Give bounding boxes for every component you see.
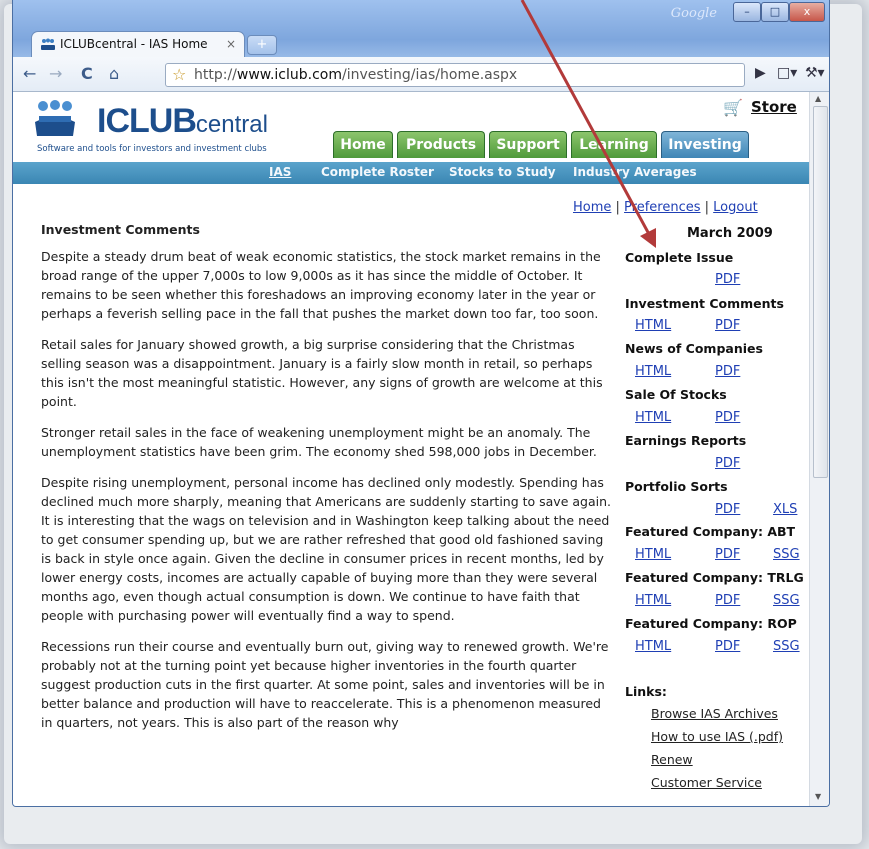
- browser-toolbar: ← → C ⌂ ☆ http://www.iclub.com/investing…: [13, 57, 829, 92]
- abt-ssg-link[interactable]: SSG: [773, 547, 800, 562]
- section-title: Complete Issue: [625, 250, 734, 265]
- url-text: http://www.iclub.com/investing/ias/home.…: [194, 67, 518, 83]
- article-paragraph: Retail sales for January showed growth, …: [41, 337, 603, 409]
- back-icon[interactable]: ←: [23, 64, 36, 83]
- tab-title: ICLUBcentral - IAS Home: [60, 37, 208, 51]
- abt-html-link[interactable]: HTML: [635, 547, 671, 562]
- browser-window: Google – □ x ICLUBcentral - IAS Home × +…: [12, 0, 830, 807]
- address-bar[interactable]: ☆ http://www.iclub.com/investing/ias/hom…: [165, 63, 745, 87]
- investment-comments-pdf-link[interactable]: PDF: [715, 318, 740, 333]
- account-links: Home | Preferences | Logout: [573, 200, 758, 215]
- minimize-button[interactable]: –: [733, 2, 761, 22]
- home-link[interactable]: Home: [573, 200, 611, 215]
- trlg-ssg-link[interactable]: SSG: [773, 593, 800, 608]
- section-title: Featured Company: TRLG: [625, 570, 804, 585]
- site-logo[interactable]: ICLUBcentral: [97, 102, 268, 141]
- cart-icon[interactable]: 🛒: [723, 98, 743, 117]
- trlg-html-link[interactable]: HTML: [635, 593, 671, 608]
- bookmark-star-icon[interactable]: ☆: [172, 65, 186, 84]
- close-window-button[interactable]: x: [789, 2, 825, 22]
- abt-pdf-link[interactable]: PDF: [715, 547, 740, 562]
- links-heading: Links:: [625, 684, 667, 699]
- page-viewport: ICLUBcentral Software and tools for inve…: [13, 92, 809, 806]
- scroll-thumb[interactable]: [813, 106, 828, 478]
- article: Investment Comments Despite a steady dru…: [41, 220, 611, 744]
- investment-comments-html-link[interactable]: HTML: [635, 318, 671, 333]
- subnav-industry-averages[interactable]: Industry Averages: [573, 165, 697, 179]
- new-tab-button[interactable]: +: [247, 35, 277, 55]
- sale-html-link[interactable]: HTML: [635, 410, 671, 425]
- nav-tab-learning[interactable]: Learning: [571, 131, 657, 158]
- article-paragraph: Recessions run their course and eventual…: [41, 639, 609, 730]
- news-html-link[interactable]: HTML: [635, 364, 671, 379]
- nav-tab-products[interactable]: Products: [397, 131, 485, 158]
- rop-ssg-link[interactable]: SSG: [773, 639, 800, 654]
- section-title: Earnings Reports: [625, 433, 747, 448]
- section-title: Sale Of Stocks: [625, 387, 727, 402]
- sale-pdf-link[interactable]: PDF: [715, 410, 740, 425]
- preferences-link[interactable]: Preferences: [624, 200, 700, 215]
- maximize-button[interactable]: □: [761, 2, 789, 22]
- browse-archives-link[interactable]: Browse IAS Archives: [651, 706, 778, 721]
- page-menu-icon[interactable]: □▾: [777, 65, 797, 81]
- section-title: News of Companies: [625, 341, 763, 356]
- nav-tab-home[interactable]: Home: [333, 131, 393, 158]
- article-paragraph: Despite a steady drum beat of weak econo…: [41, 249, 601, 321]
- issue-month: March 2009: [687, 226, 773, 241]
- subnav-complete-roster[interactable]: Complete Roster: [321, 165, 434, 179]
- trlg-pdf-link[interactable]: PDF: [715, 593, 740, 608]
- section-title: Featured Company: ROP: [625, 616, 797, 631]
- iclub-logo-icon: [33, 100, 77, 138]
- go-icon[interactable]: ▶: [755, 65, 766, 81]
- section-title: Investment Comments: [625, 296, 784, 311]
- section-title: Portfolio Sorts: [625, 479, 728, 494]
- nav-tab-support[interactable]: Support: [489, 131, 567, 158]
- forward-icon[interactable]: →: [49, 64, 62, 83]
- logout-link[interactable]: Logout: [713, 200, 758, 215]
- wrench-menu-icon[interactable]: ⚒▾: [805, 65, 825, 81]
- scroll-down-icon[interactable]: ▼: [815, 792, 821, 801]
- portfolio-pdf-link[interactable]: PDF: [715, 502, 740, 517]
- news-pdf-link[interactable]: PDF: [715, 364, 740, 379]
- portfolio-xls-link[interactable]: XLS: [773, 502, 797, 517]
- google-watermark: Google: [670, 6, 717, 21]
- reload-icon[interactable]: C: [81, 64, 93, 83]
- rop-pdf-link[interactable]: PDF: [715, 639, 740, 654]
- earnings-pdf-link[interactable]: PDF: [715, 456, 740, 471]
- browser-tab[interactable]: ICLUBcentral - IAS Home ×: [31, 31, 245, 58]
- site-tagline: Software and tools for investors and inv…: [37, 144, 267, 154]
- rop-html-link[interactable]: HTML: [635, 639, 671, 654]
- complete-issue-pdf-link[interactable]: PDF: [715, 272, 740, 287]
- store-link[interactable]: Store: [751, 98, 797, 116]
- article-heading: Investment Comments: [41, 222, 200, 237]
- subnav-stocks-to-study[interactable]: Stocks to Study: [449, 165, 556, 179]
- article-paragraph: Despite rising unemployment, personal in…: [41, 475, 611, 623]
- sub-nav: IAS Complete Roster Stocks to Study Indu…: [13, 162, 809, 184]
- customer-service-link[interactable]: Customer Service: [651, 775, 762, 790]
- home-icon[interactable]: ⌂: [109, 64, 119, 83]
- iclub-favicon-icon: [40, 38, 56, 52]
- nav-tab-investing[interactable]: Investing: [661, 131, 749, 158]
- article-paragraph: Stronger retail sales in the face of wea…: [41, 425, 597, 459]
- vertical-scrollbar[interactable]: ▲ ▼: [809, 92, 829, 806]
- scroll-up-icon[interactable]: ▲: [815, 94, 821, 103]
- subnav-ias[interactable]: IAS: [269, 165, 291, 179]
- renew-link[interactable]: Renew: [651, 752, 693, 767]
- tab-close-icon[interactable]: ×: [226, 37, 236, 51]
- section-title: Featured Company: ABT: [625, 524, 796, 539]
- how-to-use-link[interactable]: How to use IAS (.pdf): [651, 729, 783, 744]
